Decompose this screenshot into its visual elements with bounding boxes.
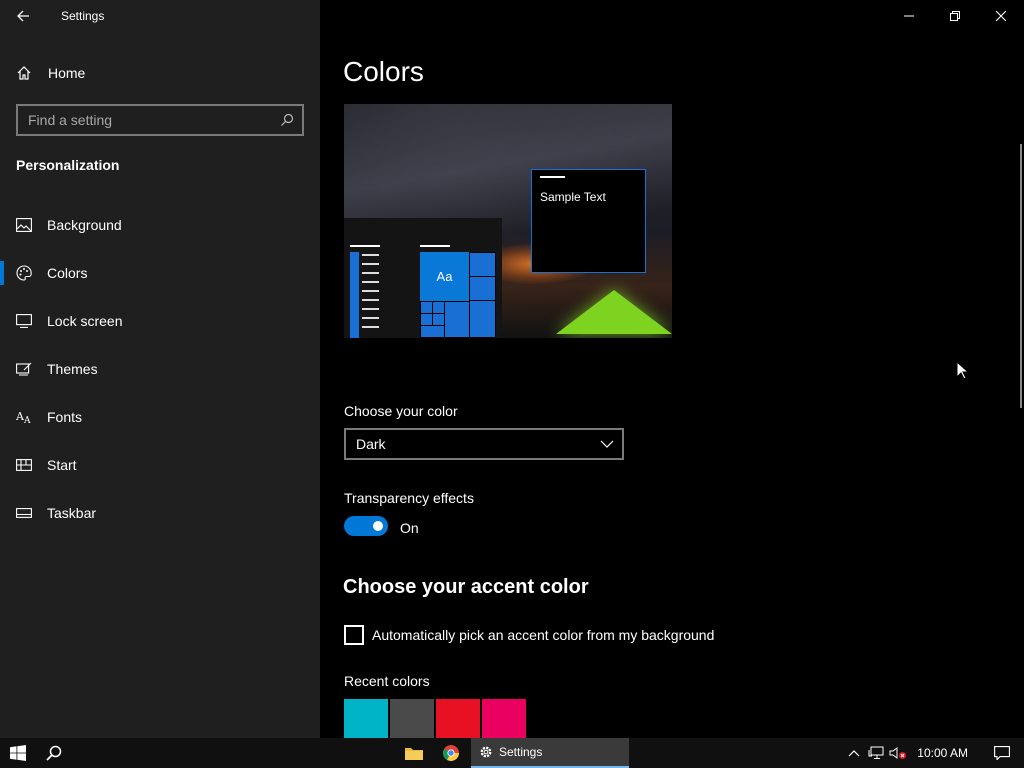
themes-icon: [16, 361, 32, 377]
preview-app-list: [350, 252, 359, 338]
search-icon[interactable]: [280, 113, 294, 127]
taskbar-app-label: Settings: [499, 745, 543, 759]
sidebar-item-taskbar[interactable]: Taskbar: [0, 489, 320, 537]
fonts-icon: AA: [16, 409, 32, 425]
app-title: Settings: [61, 9, 105, 23]
home-icon: [17, 66, 31, 80]
sidebar-item-label: Background: [47, 217, 122, 233]
notification-icon: [994, 746, 1010, 760]
color-preview: Aa Sample Text: [344, 104, 672, 338]
search-button[interactable]: [36, 738, 72, 768]
restore-icon: [950, 11, 960, 21]
preview-tiles: Aa: [420, 252, 496, 338]
sidebar-item-themes[interactable]: Themes: [0, 345, 320, 393]
network-icon: [868, 746, 884, 759]
toggle-knob: [373, 521, 383, 531]
system-tray: 10:00 AM: [843, 738, 1024, 768]
taskbar-icon: [16, 505, 32, 521]
recent-color-swatch[interactable]: [436, 699, 480, 743]
home-label: Home: [48, 65, 86, 81]
minimize-button[interactable]: [886, 0, 932, 32]
preview-sample-window: Sample Text: [531, 169, 646, 273]
start-icon: [16, 457, 32, 473]
recent-color-swatch[interactable]: [482, 699, 526, 743]
minimize-icon: [904, 15, 914, 17]
clock[interactable]: 10:00 AM: [917, 746, 968, 760]
recent-color-swatch[interactable]: [344, 699, 388, 743]
chevron-down-icon: [600, 440, 614, 448]
section-title: Personalization: [16, 157, 120, 173]
home-link[interactable]: Home: [16, 60, 85, 86]
chrome-icon: [443, 745, 459, 761]
sidebar: Settings Home Personalization Background…: [0, 0, 320, 738]
accent-color-heading: Choose your accent color: [343, 576, 589, 598]
recent-colors: [344, 699, 528, 743]
transparency-label: Transparency effects: [344, 490, 474, 506]
network-button[interactable]: [865, 738, 887, 768]
folder-icon: [405, 748, 423, 760]
window-controls: [886, 0, 1024, 32]
sidebar-item-label: Start: [47, 457, 77, 473]
search-input[interactable]: [18, 112, 268, 128]
sidebar-item-label: Colors: [47, 265, 88, 281]
windows-logo-icon: [10, 745, 26, 761]
sidebar-item-colors[interactable]: Colors: [0, 249, 320, 297]
toggle-state-label: On: [400, 520, 419, 536]
title-bar: Settings: [0, 0, 320, 32]
sidebar-nav: Background Colors Lock screen Themes AA: [0, 201, 320, 537]
start-button[interactable]: [0, 738, 36, 768]
svg-text:A: A: [23, 416, 31, 424]
scrollbar[interactable]: [1020, 144, 1022, 408]
recent-color-swatch[interactable]: [390, 699, 434, 743]
volume-muted-icon: [889, 747, 907, 759]
preview-start-menu: Aa: [344, 218, 502, 338]
sidebar-item-label: Themes: [47, 361, 98, 377]
page-title: Colors: [343, 56, 424, 87]
back-button[interactable]: [0, 0, 46, 32]
chevron-up-icon: [848, 750, 860, 757]
file-explorer-button[interactable]: [396, 738, 432, 768]
close-button[interactable]: [978, 0, 1024, 32]
choose-color-label: Choose your color: [344, 403, 458, 419]
dropdown-value: Dark: [356, 436, 386, 452]
taskbar: Settings 10:00 AM: [0, 738, 1024, 768]
mouse-cursor-icon: [956, 361, 968, 380]
sidebar-item-background[interactable]: Background: [0, 201, 320, 249]
search-icon: [46, 745, 62, 761]
auto-accent-label: Automatically pick an accent color from …: [372, 627, 715, 643]
taskbar-settings-app[interactable]: Settings: [471, 738, 629, 768]
main-content: Colors Aa Sample Text Choose your color …: [320, 32, 1024, 743]
lock-screen-icon: [16, 313, 32, 329]
restore-button[interactable]: [932, 0, 978, 32]
action-center-button[interactable]: [980, 738, 1024, 768]
sidebar-item-lock-screen[interactable]: Lock screen: [0, 297, 320, 345]
preview-app-rows: [362, 254, 379, 335]
choose-color-dropdown[interactable]: Dark: [344, 428, 624, 460]
chrome-button[interactable]: [433, 738, 469, 768]
sidebar-item-label: Taskbar: [47, 505, 97, 521]
picture-icon: [16, 217, 32, 233]
back-arrow-icon: [17, 10, 29, 22]
preview-tent: [556, 290, 672, 334]
sidebar-item-label: Lock screen: [47, 313, 123, 329]
sidebar-item-fonts[interactable]: AA Fonts: [0, 393, 320, 441]
auto-accent-checkbox[interactable]: [344, 625, 364, 645]
sidebar-item-label: Fonts: [47, 409, 83, 425]
sidebar-item-start[interactable]: Start: [0, 441, 320, 489]
search-box: [16, 104, 304, 136]
recent-colors-label: Recent colors: [344, 673, 430, 689]
show-hidden-icons-button[interactable]: [843, 738, 865, 768]
gear-icon: [480, 746, 492, 758]
volume-button[interactable]: [887, 738, 909, 768]
sample-text: Sample Text: [540, 190, 606, 204]
transparency-toggle[interactable]: [344, 516, 388, 536]
close-icon: [996, 11, 1006, 21]
active-indicator: [0, 261, 4, 285]
preview-tile-large: Aa: [420, 252, 469, 301]
palette-icon: [16, 265, 32, 281]
